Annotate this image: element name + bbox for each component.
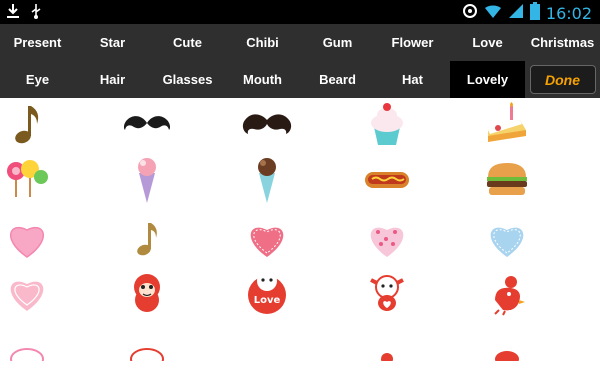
done-button[interactable]: Done [529, 65, 596, 94]
category-hat[interactable]: Hat [375, 61, 450, 98]
ice-cream-purple-sticker[interactable] [120, 152, 174, 206]
ice-cream-chocolate-sticker[interactable] [240, 152, 294, 206]
music-note-sticker[interactable] [0, 98, 54, 152]
category-hair[interactable]: Hair [75, 61, 150, 98]
clock: 16:02 [545, 4, 592, 23]
category-lovely[interactable]: Lovely [450, 61, 525, 98]
wifi-icon [484, 3, 502, 24]
burger-sticker[interactable] [480, 152, 534, 206]
mustache-thin-sticker[interactable] [120, 98, 174, 152]
hot-dog-sticker[interactable] [360, 152, 414, 206]
category-flower[interactable]: Flower [375, 24, 450, 61]
download-icon [6, 3, 20, 24]
status-bar: 16:02 [0, 0, 600, 24]
cartoon-hug-sticker[interactable] [360, 266, 414, 320]
category-row-2: Eye Hair Glasses Mouth Beard Hat Lovely … [0, 61, 600, 98]
sync-icon [462, 3, 478, 24]
heart-pink-sticker[interactable] [0, 212, 54, 266]
partial-sticker-4[interactable] [480, 324, 534, 378]
usb-icon [30, 3, 42, 24]
category-row-1: Present Star Cute Chibi Gum Flower Love … [0, 24, 600, 61]
cake-slice-sticker[interactable] [480, 98, 534, 152]
category-glasses[interactable]: Glasses [150, 61, 225, 98]
partial-sticker-1[interactable] [0, 324, 54, 378]
battery-icon [529, 2, 540, 25]
category-mouth[interactable]: Mouth [225, 61, 300, 98]
category-gum[interactable]: Gum [300, 24, 375, 61]
category-menu: Present Star Cute Chibi Gum Flower Love … [0, 24, 600, 98]
category-present[interactable]: Present [0, 24, 75, 61]
category-cute[interactable]: Cute [150, 24, 225, 61]
heart-blue-sticker[interactable] [480, 212, 534, 266]
music-note-gold-sticker[interactable] [120, 212, 174, 266]
lollipops-sticker[interactable] [0, 152, 54, 206]
partial-sticker-3[interactable] [360, 324, 414, 378]
sticker-grid: Love [0, 98, 600, 361]
category-star[interactable]: Star [75, 24, 150, 61]
heart-lace-sticker[interactable] [0, 266, 54, 320]
cartoon-bird-sticker[interactable] [480, 266, 534, 320]
love-face-sticker[interactable]: Love [240, 266, 294, 320]
cartoon-pig-sticker[interactable] [120, 266, 174, 320]
cupcake-sticker[interactable] [360, 98, 414, 152]
signal-icon [508, 3, 524, 24]
svg-text:Love: Love [254, 295, 281, 306]
heart-coral-sticker[interactable] [240, 212, 294, 266]
category-christmas[interactable]: Christmas [525, 24, 600, 61]
category-love[interactable]: Love [450, 24, 525, 61]
mustache-thick-sticker[interactable] [240, 98, 294, 152]
category-beard[interactable]: Beard [300, 61, 375, 98]
heart-dotted-sticker[interactable] [360, 212, 414, 266]
partial-sticker-2[interactable] [120, 324, 174, 378]
category-chibi[interactable]: Chibi [225, 24, 300, 61]
category-eye[interactable]: Eye [0, 61, 75, 98]
